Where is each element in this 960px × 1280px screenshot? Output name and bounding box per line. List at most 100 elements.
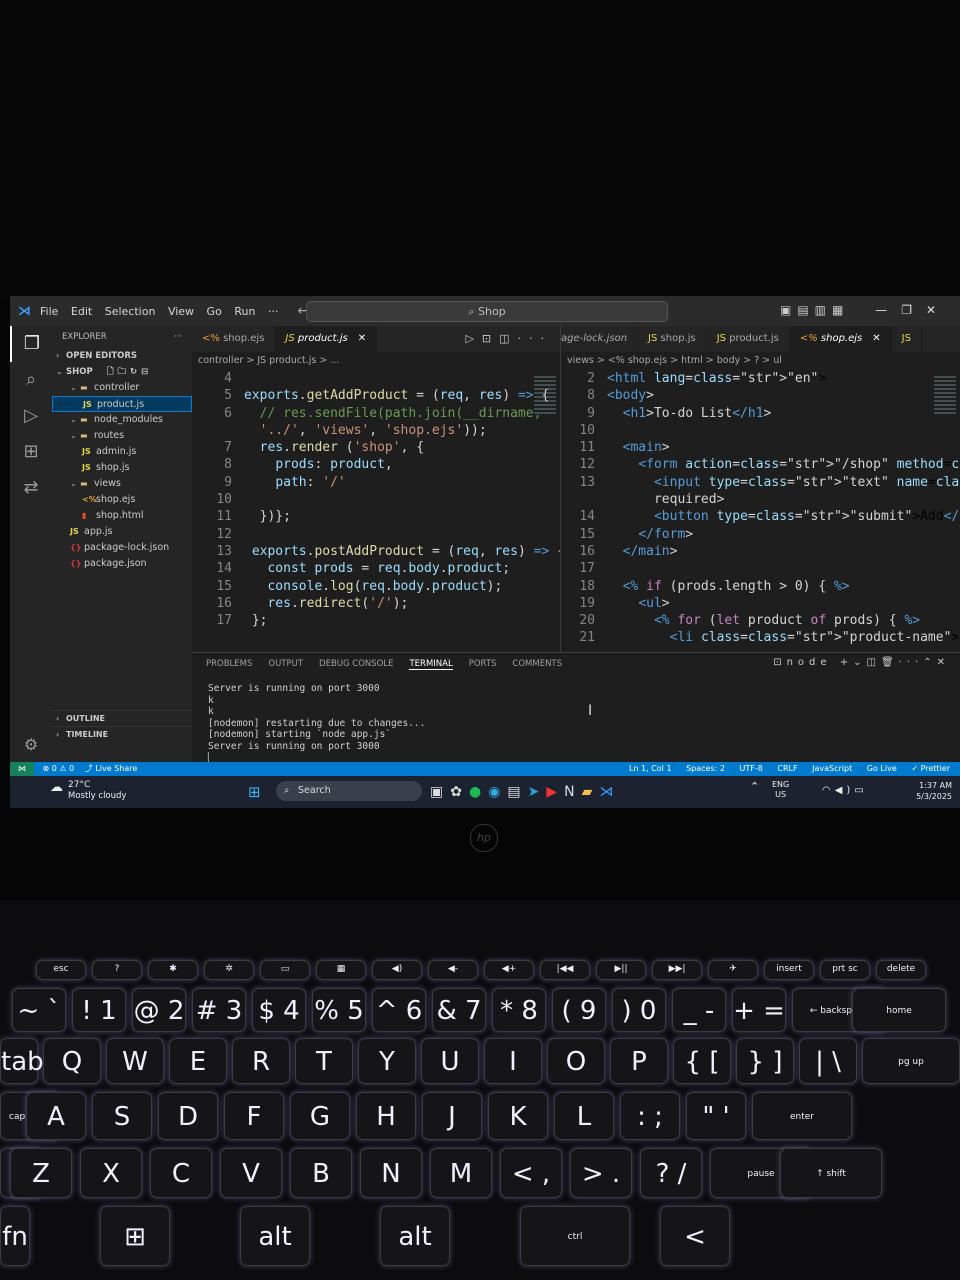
menu-file[interactable]: File bbox=[40, 305, 58, 318]
keyboard-key[interactable]: T bbox=[295, 1038, 353, 1084]
keyboard-key[interactable]: alt bbox=[240, 1206, 310, 1266]
keyboard-key[interactable]: C bbox=[150, 1148, 212, 1198]
keyboard-key[interactable]: insert bbox=[764, 960, 814, 980]
keyboard-key[interactable]: |◀◀ bbox=[540, 960, 590, 980]
extensions-icon[interactable]: ⊞ bbox=[10, 434, 52, 470]
keyboard-key[interactable]: delete bbox=[876, 960, 926, 980]
panel-tab-problems[interactable]: PROBLEMS bbox=[206, 659, 252, 669]
explorer-actions[interactable]: 🗋🗀↻⊟ bbox=[107, 367, 153, 377]
remote-explorer-icon[interactable]: ⇄ bbox=[10, 470, 52, 506]
keyboard-key[interactable]: F bbox=[224, 1092, 284, 1140]
keyboard-key[interactable]: A bbox=[26, 1092, 86, 1140]
remote-icon[interactable]: ⋈ bbox=[10, 762, 34, 776]
code-line[interactable]: 18 <% if (prods.length > 0) { %> bbox=[561, 578, 960, 595]
keyboard-key[interactable]: W bbox=[106, 1038, 164, 1084]
keyboard-key[interactable]: N bbox=[360, 1148, 422, 1198]
problems-count[interactable]: ⊗ 0 ⚠ 0 bbox=[43, 764, 75, 773]
tree-item[interactable]: JS product.js bbox=[52, 396, 192, 412]
code-editor-left[interactable]: 4 5 exports.getAddProduct = (req, res) => … bbox=[192, 370, 560, 629]
tree-item[interactable]: ⌄ ▬ views bbox=[52, 476, 192, 492]
menu-edit[interactable]: Edit bbox=[71, 305, 92, 318]
telegram-icon[interactable]: ➤ bbox=[528, 784, 547, 800]
keyboard-key[interactable]: ✱ bbox=[148, 960, 198, 980]
timeline-section[interactable]: › TIMELINE bbox=[52, 726, 192, 742]
tab-product-js[interactable]: JS product.js ✕ bbox=[275, 326, 378, 352]
code-line[interactable]: 4 bbox=[192, 370, 560, 387]
keyboard-key[interactable]: J bbox=[422, 1092, 482, 1140]
tree-item[interactable]: ⌄ ▬ controller bbox=[52, 380, 192, 396]
editor-actions[interactable]: ▷⊡◫··· bbox=[465, 326, 552, 352]
keyboard-key[interactable]: # 3 bbox=[192, 988, 246, 1032]
code-line[interactable]: 7 res.render ('shop', { bbox=[192, 439, 560, 456]
code-line[interactable]: 11 })}; bbox=[192, 508, 560, 525]
keyboard-key[interactable]: $ 4 bbox=[252, 988, 306, 1032]
keyboard-key[interactable]: < bbox=[660, 1206, 730, 1266]
code-line[interactable]: 2 <html lang=class="str">"en"> bbox=[561, 370, 960, 387]
keyboard-key[interactable]: K bbox=[488, 1092, 548, 1140]
code-line[interactable]: 14 const prods = req.body.product; bbox=[192, 560, 560, 577]
code-line[interactable]: 16 </main> bbox=[561, 543, 960, 560]
store-icon[interactable]: ▤ bbox=[507, 784, 527, 800]
keyboard-key[interactable]: ( 9 bbox=[552, 988, 606, 1032]
panel-tab-comments[interactable]: COMMENTS bbox=[512, 659, 562, 669]
code-line[interactable]: 19 <ul> bbox=[561, 595, 960, 612]
system-tray[interactable]: ◠◀)▭ bbox=[822, 785, 868, 796]
battery-icon[interactable]: ▭ bbox=[854, 785, 867, 796]
tab-shop-ejs[interactable]: <% shop.ejs bbox=[192, 326, 276, 352]
indentation[interactable]: Spaces: 2 bbox=[686, 764, 725, 773]
new-terminal-button[interactable]: +⌄ bbox=[840, 657, 867, 668]
tree-item[interactable]: {} package.json bbox=[52, 556, 192, 572]
keyboard-key[interactable]: + = bbox=[732, 988, 786, 1032]
keyboard-key[interactable]: R bbox=[232, 1038, 290, 1084]
keyboard-key[interactable]: @ 2 bbox=[132, 988, 186, 1032]
code-line[interactable]: 10 bbox=[192, 491, 560, 508]
cursor-position[interactable]: Ln 1, Col 1 bbox=[629, 764, 672, 773]
kill-terminal-icon[interactable]: 🗑 bbox=[881, 657, 899, 668]
code-line[interactable]: 15 console.log(req.body.product); bbox=[192, 578, 560, 595]
end-of-line[interactable]: CRLF bbox=[777, 764, 797, 773]
copilot-icon[interactable]: ✿ bbox=[450, 784, 469, 800]
more-actions-icon[interactable]: ··· bbox=[174, 326, 182, 348]
keyboard-key[interactable]: ? / bbox=[640, 1148, 702, 1198]
keyboard-key[interactable]: home bbox=[852, 988, 946, 1032]
tree-item[interactable]: ▮ shop.html bbox=[52, 508, 192, 524]
language-indicator[interactable]: ⌃ ENG US bbox=[750, 780, 789, 800]
tree-item[interactable]: ⌄ ▬ node_modules bbox=[52, 412, 192, 428]
keyboard-key[interactable]: " ' bbox=[686, 1092, 746, 1140]
breadcrumb[interactable]: controller > JS product.js > ... bbox=[192, 352, 560, 370]
keyboard-key[interactable]: Q bbox=[43, 1038, 101, 1084]
keyboard-key[interactable]: esc bbox=[36, 960, 86, 980]
layout-controls[interactable]: ▣▤▥▦ bbox=[780, 303, 849, 317]
volume-icon[interactable]: ◀) bbox=[835, 785, 855, 796]
keyboard-key[interactable]: * 8 bbox=[492, 988, 546, 1032]
keyboard-key[interactable]: pg up bbox=[862, 1038, 960, 1084]
code-line[interactable]: 15 </form> bbox=[561, 526, 960, 543]
keyboard-key[interactable]: B bbox=[290, 1148, 352, 1198]
go-live-button[interactable]: Go Live bbox=[867, 764, 897, 773]
keyboard-key[interactable]: ? bbox=[92, 960, 142, 980]
code-line[interactable]: 8 <body> bbox=[561, 387, 960, 404]
tree-item[interactable]: JS shop.js bbox=[52, 460, 192, 476]
open-editors-section[interactable]: › OPEN EDITORS bbox=[52, 348, 192, 364]
keyboard-key[interactable]: O bbox=[547, 1038, 605, 1084]
minimap[interactable] bbox=[934, 376, 956, 416]
keyboard-key[interactable]: ^ 6 bbox=[372, 988, 426, 1032]
language-mode[interactable]: JavaScript bbox=[812, 764, 852, 773]
run-debug-icon[interactable]: ▷ bbox=[10, 398, 52, 434]
panel-tab-terminal[interactable]: TERMINAL bbox=[409, 659, 453, 670]
command-center-search[interactable]: ⌕ Shop bbox=[306, 301, 668, 322]
keyboard-key[interactable]: ⊞ bbox=[100, 1206, 170, 1266]
keyboard-key[interactable]: M bbox=[430, 1148, 492, 1198]
close-icon[interactable]: ✕ bbox=[358, 333, 366, 344]
tree-item[interactable]: JS app.js bbox=[52, 524, 192, 540]
keyboard-key[interactable]: ) 0 bbox=[612, 988, 666, 1032]
keyboard-key[interactable]: enter bbox=[752, 1092, 852, 1140]
tree-item[interactable]: JS admin.js bbox=[52, 444, 192, 460]
menu-more[interactable]: ··· bbox=[268, 305, 279, 318]
close-icon[interactable]: ✕ bbox=[872, 333, 880, 344]
terminal-output[interactable]: Server is running on port 3000 k k [nodemon… bbox=[192, 675, 960, 764]
code-line[interactable]: 20 <% for (let product of prods) { %> bbox=[561, 612, 960, 629]
wifi-icon[interactable]: ◠ bbox=[822, 785, 835, 796]
code-line[interactable]: 9 <h1>To-do List</h1> bbox=[561, 405, 960, 422]
tree-item[interactable]: {} package-lock.json bbox=[52, 540, 192, 556]
